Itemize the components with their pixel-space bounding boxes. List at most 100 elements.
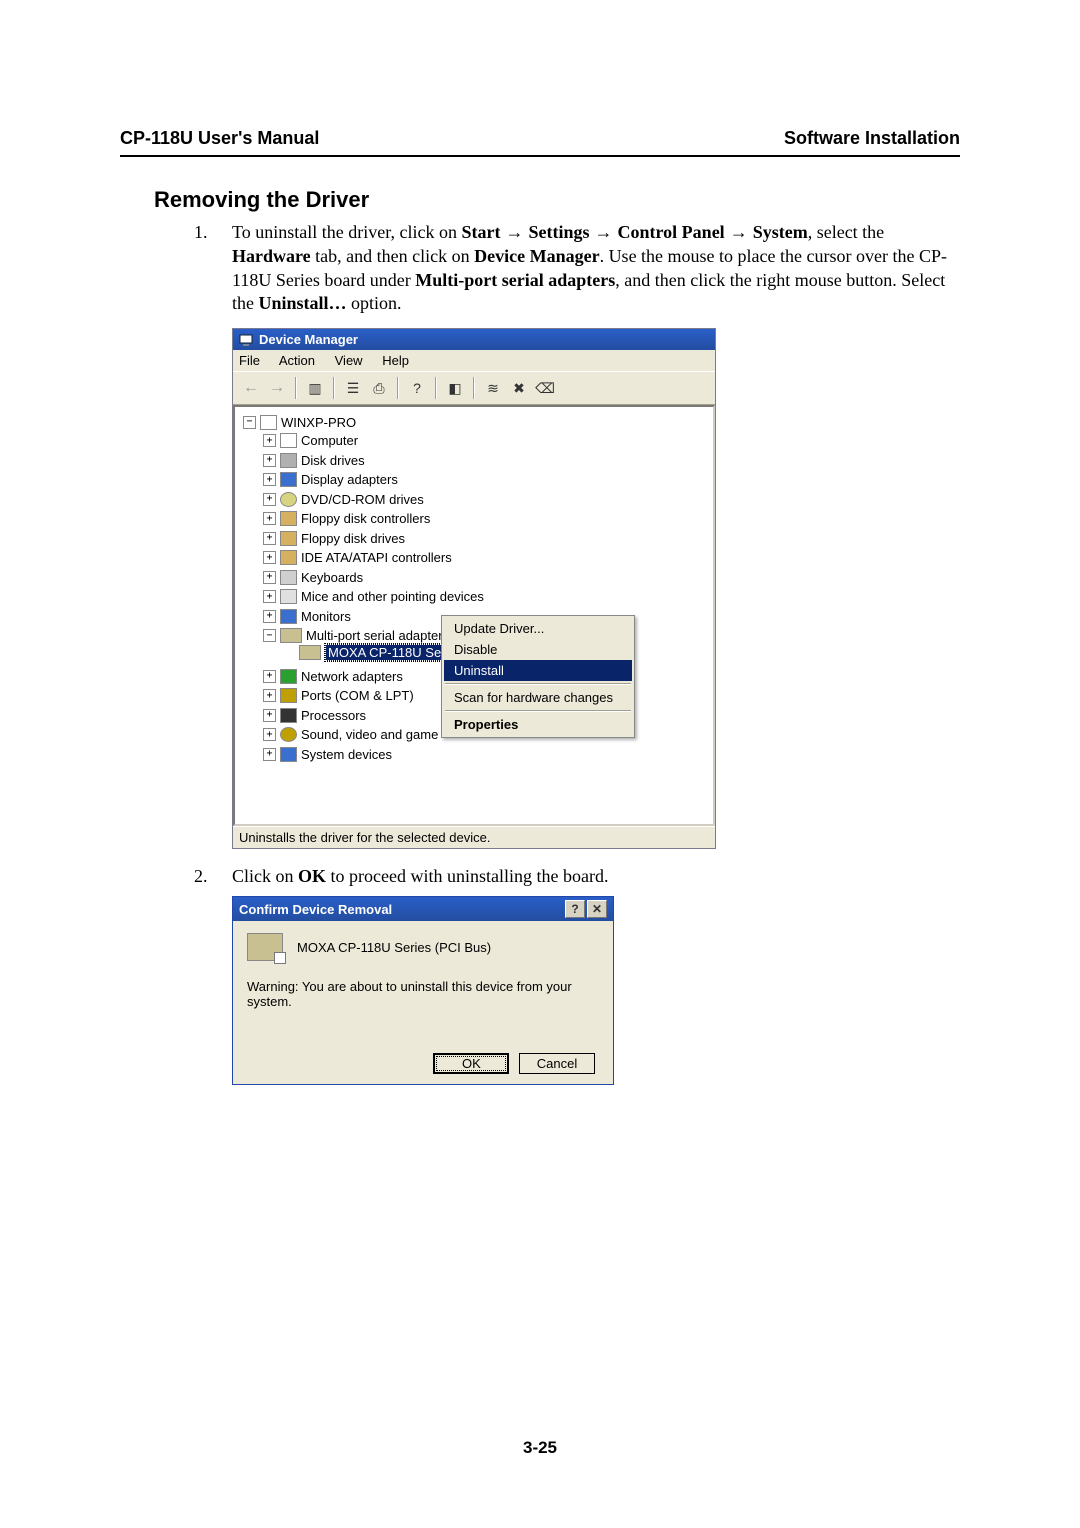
toolbar-separator [295, 377, 297, 399]
expand-icon[interactable]: + [263, 454, 276, 467]
ctx-uninstall[interactable]: Uninstall [444, 660, 632, 681]
devmgr-statusbar: Uninstalls the driver for the selected d… [233, 826, 715, 848]
expand-icon[interactable]: + [263, 532, 276, 545]
tree-item-label: Floppy disk drives [301, 531, 405, 546]
device-icon [247, 933, 283, 961]
menu-view[interactable]: View [335, 353, 363, 368]
net-icon [280, 669, 297, 684]
tree-item-label: Network adapters [301, 669, 403, 684]
expand-icon[interactable]: + [263, 670, 276, 683]
scan-icon[interactable]: ◧ [443, 376, 467, 400]
ctx-scan[interactable]: Scan for hardware changes [444, 687, 632, 708]
section-title: Removing the Driver [154, 187, 960, 213]
tree-item-label: Computer [301, 433, 358, 448]
confirm-titlebar[interactable]: Confirm Device Removal ? ✕ [233, 897, 613, 921]
mon-icon [280, 609, 297, 624]
toolbar-separator [473, 377, 475, 399]
view-icon[interactable]: ▥ [303, 376, 327, 400]
help-icon[interactable]: ? [405, 376, 429, 400]
properties-icon[interactable]: ☰ [341, 376, 365, 400]
device-tree[interactable]: − WINXP-PRO + Computer + Disk drives +Displa… [233, 405, 715, 826]
uninstall-icon[interactable]: ⌫ [533, 376, 557, 400]
tree-item-label: Ports (COM & LPT) [301, 688, 414, 703]
tree-item[interactable]: + Sound, video and game [263, 727, 438, 742]
expand-icon[interactable]: + [263, 728, 276, 741]
step-1: 1. To uninstall the driver, click on Sta… [194, 221, 960, 316]
tree-item-label: System devices [301, 747, 392, 762]
step-2: 2. Click on OK to proceed with uninstall… [194, 865, 960, 889]
enable-icon[interactable]: ≋ [481, 376, 505, 400]
confirm-title: Confirm Device Removal [239, 902, 392, 917]
tree-item[interactable]: + Disk drives [263, 453, 365, 468]
collapse-icon[interactable]: − [263, 629, 276, 642]
tree-item[interactable]: + DVD/CD-ROM drives [263, 492, 424, 507]
cancel-button[interactable]: Cancel [519, 1053, 595, 1074]
help-button-icon[interactable]: ? [565, 900, 585, 918]
devmgr-titlebar[interactable]: Device Manager [233, 329, 715, 350]
expand-icon[interactable]: + [263, 571, 276, 584]
tree-item[interactable]: + System devices [263, 747, 392, 762]
menu-file[interactable]: File [239, 353, 260, 368]
toolbar-separator [397, 377, 399, 399]
step-1-number: 1. [194, 221, 232, 316]
tree-item-label: Disk drives [301, 453, 365, 468]
tree-item[interactable]: + Computer [263, 433, 358, 448]
ctx-update-driver[interactable]: Update Driver... [444, 618, 632, 639]
expand-icon[interactable]: + [263, 709, 276, 722]
disable-icon[interactable]: ✖ [507, 376, 531, 400]
close-icon[interactable]: ✕ [587, 900, 607, 918]
kbd-icon [280, 570, 297, 585]
menu-help[interactable]: Help [382, 353, 409, 368]
tree-multiport-parent[interactable]: − Multi-port serial adapters [263, 628, 449, 643]
port-icon [280, 688, 297, 703]
computer-root-icon [260, 415, 277, 430]
disk-icon [280, 453, 297, 468]
cd-icon [280, 492, 297, 507]
tree-item[interactable]: +Floppy disk controllers [263, 511, 430, 526]
tree-item[interactable]: +Monitors [263, 609, 351, 624]
multiport-icon [280, 628, 302, 643]
tree-item[interactable]: +Processors [263, 708, 366, 723]
forward-icon[interactable]: → [265, 376, 289, 400]
expand-icon[interactable]: + [263, 512, 276, 525]
tree-item-label: DVD/CD-ROM drives [301, 492, 424, 507]
menu-action[interactable]: Action [279, 353, 315, 368]
ctx-disable[interactable]: Disable [444, 639, 632, 660]
tree-item-label: IDE ATA/ATAPI controllers [301, 550, 452, 565]
tree-item-label: Mice and other pointing devices [301, 589, 484, 604]
context-menu[interactable]: Update Driver... Disable Uninstall Scan … [441, 615, 635, 738]
back-icon[interactable]: ← [239, 376, 263, 400]
tree-item[interactable]: + Network adapters [263, 669, 403, 684]
devmgr-toolbar: ← → ▥ ☰ ⎙ ? ◧ ≋ ✖ ⌫ [233, 371, 715, 405]
devmgr-menubar[interactable]: File Action View Help [233, 350, 715, 371]
tree-root[interactable]: − WINXP-PRO [243, 415, 356, 430]
tree-item[interactable]: + Floppy disk drives [263, 531, 405, 546]
confirm-device-name: MOXA CP-118U Series (PCI Bus) [297, 940, 491, 955]
tree-item[interactable]: +Display adapters [263, 472, 398, 487]
ctx-separator [445, 683, 631, 685]
expand-icon[interactable]: + [263, 689, 276, 702]
expand-icon[interactable]: + [263, 610, 276, 623]
collapse-icon[interactable]: − [243, 416, 256, 429]
tree-item[interactable]: + Ports (COM & LPT) [263, 688, 414, 703]
tree-item-label: Sound, video and game [301, 727, 438, 742]
tree-item[interactable]: + IDE ATA/ATAPI controllers [263, 550, 452, 565]
tree-item[interactable]: +Keyboards [263, 570, 363, 585]
print-icon[interactable]: ⎙ [367, 376, 391, 400]
confirm-body: MOXA CP-118U Series (PCI Bus) Warning: Y… [233, 921, 613, 1084]
ok-button[interactable]: OK [433, 1053, 509, 1074]
expand-icon[interactable]: + [263, 493, 276, 506]
expand-icon[interactable]: + [263, 473, 276, 486]
ctx-properties[interactable]: Properties [444, 714, 632, 735]
devmgr-title: Device Manager [259, 332, 358, 347]
tree-item[interactable]: + Mice and other pointing devices [263, 589, 484, 604]
toolbar-separator [435, 377, 437, 399]
toolbar-separator [333, 377, 335, 399]
expand-icon[interactable]: + [263, 551, 276, 564]
header-left: CP-118U User's Manual [120, 128, 319, 149]
expand-icon[interactable]: + [263, 590, 276, 603]
device-manager-window: Device Manager File Action View Help ← →… [232, 328, 716, 849]
expand-icon[interactable]: + [263, 434, 276, 447]
step-2-number: 2. [194, 865, 232, 889]
expand-icon[interactable]: + [263, 748, 276, 761]
